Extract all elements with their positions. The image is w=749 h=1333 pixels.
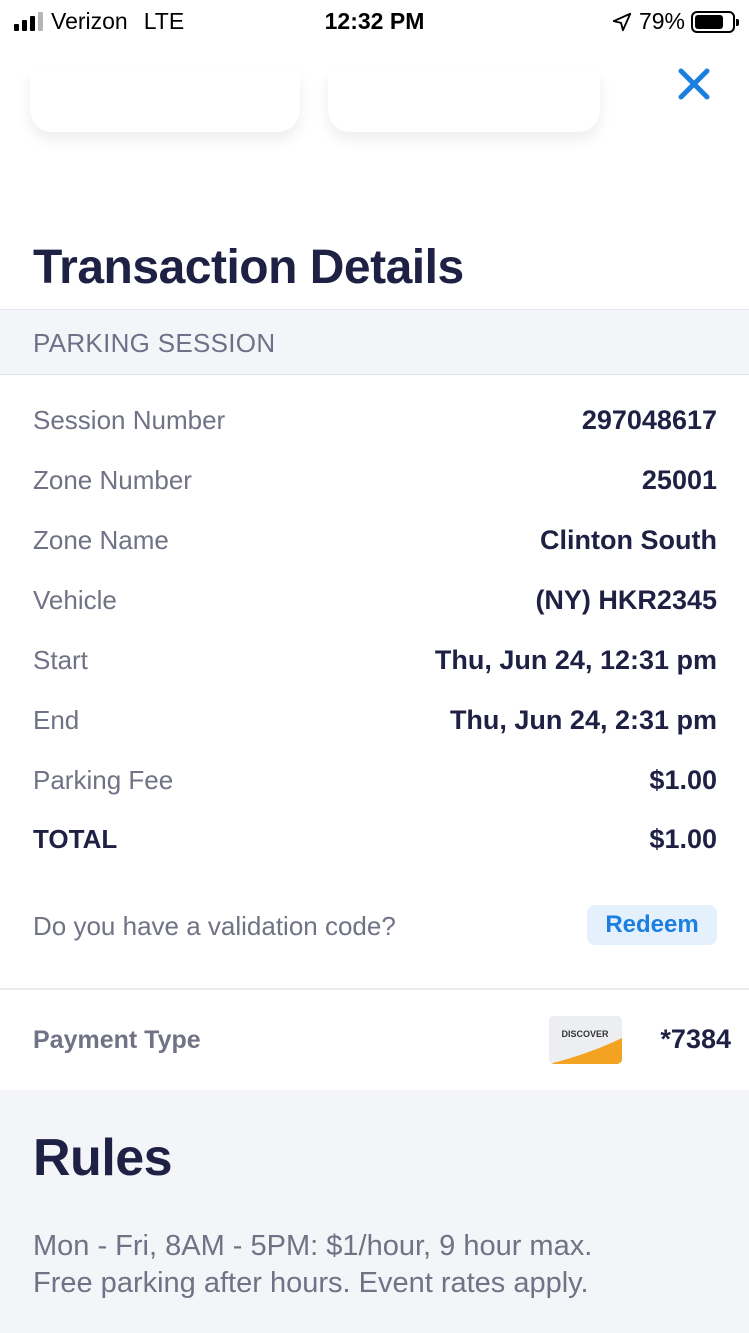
- detail-value: (NY) HKR2345: [535, 585, 717, 615]
- status-bar-right: 79%: [611, 8, 739, 35]
- scrolled-card-left: [30, 70, 300, 132]
- battery-percent: 79%: [638, 8, 685, 34]
- detail-label: Parking Fee: [33, 765, 174, 795]
- section-header-parking-session: PARKING SESSION: [0, 309, 749, 375]
- card-last-four: *7384: [660, 1024, 731, 1054]
- status-bar: Verizon LTE 12:32 PM 79%: [0, 0, 749, 42]
- detail-label: Vehicle: [33, 585, 117, 615]
- detail-label: Zone Name: [33, 525, 169, 555]
- redeem-button[interactable]: Redeem: [587, 905, 717, 945]
- payment-type-label: Payment Type: [33, 1026, 201, 1054]
- total-value: $1.00: [649, 824, 717, 854]
- detail-row-vehicle: Vehicle (NY) HKR2345: [33, 585, 717, 625]
- detail-label: Session Number: [33, 405, 226, 435]
- scrolled-card-right: [328, 70, 600, 132]
- detail-value: 25001: [641, 465, 717, 495]
- rules-text-line-1: Mon - Fri, 8AM - 5PM: $1/hour, 9 hour ma…: [33, 1230, 593, 1262]
- battery-icon: [691, 10, 739, 33]
- rules-text-line-2: Free parking after hours. Event rates ap…: [33, 1267, 589, 1299]
- card-brand-text: DISCOVER: [561, 1029, 609, 1039]
- validation-code-row: Do you have a validation code? Redeem: [33, 905, 717, 945]
- location-arrow-icon: [612, 12, 632, 31]
- detail-row-session-number: Session Number 297048617: [33, 405, 717, 445]
- validation-prompt: Do you have a validation code?: [33, 911, 396, 941]
- close-icon: [678, 68, 710, 100]
- detail-label: Start: [33, 645, 88, 675]
- detail-value: Thu, Jun 24, 12:31 pm: [434, 645, 717, 675]
- total-label: TOTAL: [33, 824, 118, 854]
- detail-value: 297048617: [581, 405, 717, 435]
- detail-value: $1.00: [649, 765, 717, 795]
- rules-section: Rules Mon - Fri, 8AM - 5PM: $1/hour, 9 h…: [0, 1090, 749, 1333]
- discover-card-icon: DISCOVER: [549, 1016, 622, 1064]
- detail-row-end: End Thu, Jun 24, 2:31 pm: [33, 705, 717, 745]
- rules-text: Mon - Fri, 8AM - 5PM: $1/hour, 9 hour ma…: [33, 1228, 733, 1302]
- detail-label: Zone Number: [33, 465, 192, 495]
- close-button[interactable]: [672, 62, 716, 106]
- detail-row-start: Start Thu, Jun 24, 12:31 pm: [33, 645, 717, 685]
- rules-title: Rules: [33, 1129, 173, 1187]
- detail-value: Clinton South: [540, 525, 717, 555]
- detail-row-parking-fee: Parking Fee $1.00: [33, 765, 717, 805]
- detail-row-zone-name: Zone Name Clinton South: [33, 525, 717, 565]
- detail-value: Thu, Jun 24, 2:31 pm: [449, 705, 717, 735]
- detail-row-zone-number: Zone Number 25001: [33, 465, 717, 505]
- detail-label: End: [33, 705, 80, 735]
- section-header-label: PARKING SESSION: [33, 328, 276, 358]
- payment-type-row: Payment Type DISCOVER *7384: [0, 990, 749, 1090]
- detail-row-total: TOTAL $1.00: [33, 824, 717, 864]
- page-title: Transaction Details: [33, 241, 464, 294]
